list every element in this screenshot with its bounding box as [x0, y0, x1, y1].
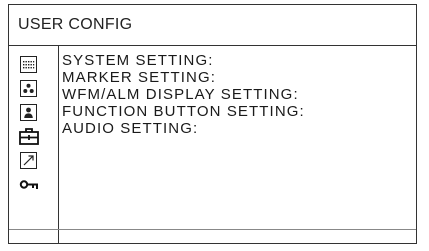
settings-menu: SYSTEM SETTING: MARKER SETTING: WFM/ALM …	[62, 52, 305, 137]
function-button-icon[interactable]	[18, 127, 40, 146]
menu-item-wfm-alm-display-setting[interactable]: WFM/ALM DISPLAY SETTING:	[62, 86, 305, 103]
footer-divider	[9, 229, 416, 230]
title-divider	[9, 45, 416, 46]
menu-item-audio-setting[interactable]: AUDIO SETTING:	[62, 120, 305, 137]
menu-item-marker-setting[interactable]: MARKER SETTING:	[62, 69, 305, 86]
marker-icon[interactable]	[20, 80, 37, 97]
audio-icon[interactable]	[20, 152, 37, 169]
sidebar-divider	[58, 46, 59, 243]
display-icon[interactable]	[20, 104, 37, 121]
key-icon[interactable]	[19, 176, 39, 193]
page-title: USER CONFIG	[18, 16, 133, 33]
menu-item-system-setting[interactable]: SYSTEM SETTING:	[62, 52, 305, 69]
system-icon[interactable]	[20, 56, 37, 73]
menu-item-function-button-setting[interactable]: FUNCTION BUTTON SETTING:	[62, 103, 305, 120]
sidebar	[9, 46, 58, 230]
